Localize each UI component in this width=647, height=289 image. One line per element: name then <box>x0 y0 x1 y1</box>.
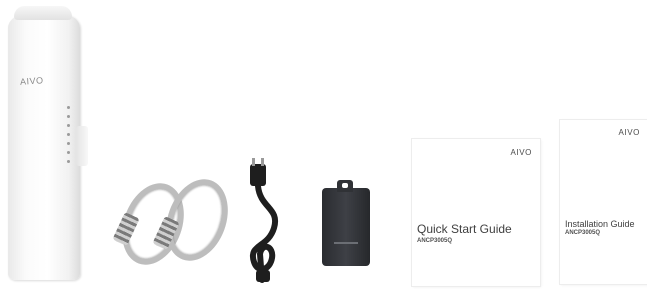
booklet-brand: AIVO <box>510 148 532 157</box>
cpe-top-cap <box>14 6 72 20</box>
poe-adapter-label <box>334 242 358 244</box>
led-indicator <box>67 160 70 163</box>
installation-guide-booklet: AIVO Installation Guide ANCP3005Q <box>560 120 647 284</box>
booklet-model: ANCP3005Q <box>565 230 601 236</box>
cpe-mount-bracket <box>76 126 88 166</box>
cpe-logo: AIVO <box>19 75 44 87</box>
poe-mount-tab <box>337 180 353 192</box>
led-indicator <box>67 133 70 136</box>
led-indicator <box>67 106 70 109</box>
led-indicator <box>67 151 70 154</box>
quick-start-guide-booklet: AIVO Quick Start Guide ANCP3005Q <box>412 139 540 286</box>
poe-adapter <box>322 180 370 266</box>
booklet-title: Installation Guide <box>565 219 635 229</box>
power-cord <box>240 158 300 284</box>
booklet-brand: AIVO <box>618 128 640 137</box>
hose-clamps <box>106 170 239 274</box>
booklet-model: ANCP3005Q <box>417 238 453 244</box>
led-indicator <box>67 115 70 118</box>
power-cord-icon <box>249 158 279 283</box>
led-indicator <box>67 142 70 145</box>
booklet-title: Quick Start Guide <box>417 222 512 236</box>
poe-adapter-body <box>322 188 370 266</box>
cpe-led-indicators <box>64 106 74 176</box>
outdoor-cpe-unit: AIVO <box>8 6 88 284</box>
led-indicator <box>67 124 70 127</box>
